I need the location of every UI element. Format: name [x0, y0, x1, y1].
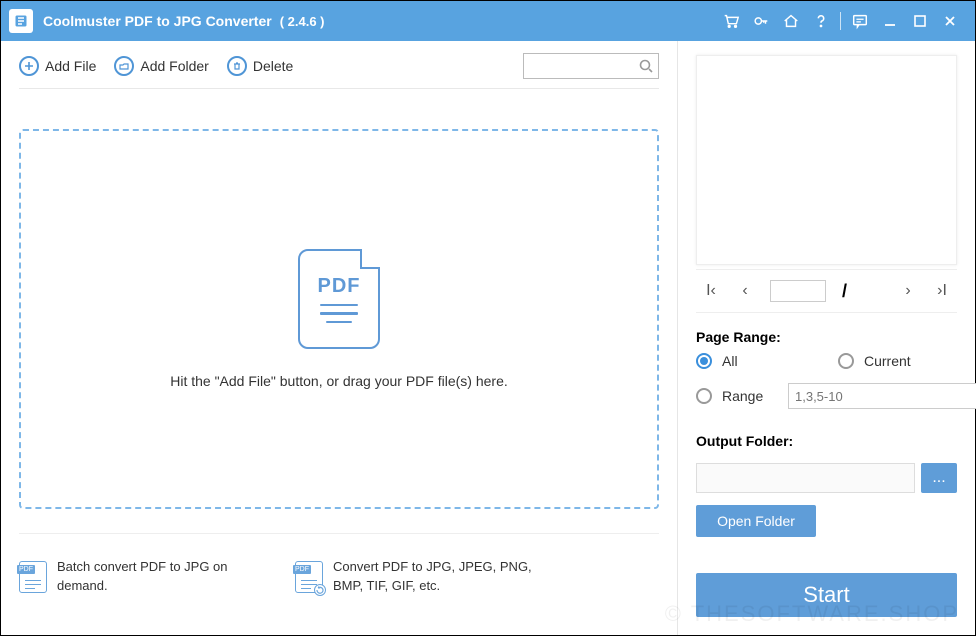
- dropzone[interactable]: PDF Hit the "Add File" button, or drag y…: [19, 129, 659, 509]
- minimize-icon[interactable]: [875, 1, 905, 41]
- pager-last-icon[interactable]: ›I: [933, 282, 951, 300]
- dropzone-hint: Hit the "Add File" button, or drag your …: [170, 373, 508, 389]
- add-file-label: Add File: [45, 58, 96, 74]
- cart-icon[interactable]: [716, 1, 746, 41]
- home-icon[interactable]: [776, 1, 806, 41]
- pager-first-icon[interactable]: I‹: [702, 282, 720, 300]
- info-row: PDF Batch convert PDF to JPG on demand. …: [19, 533, 659, 596]
- delete-label: Delete: [253, 58, 293, 74]
- page-range-label: Page Range:: [696, 329, 957, 345]
- pager: I‹ ‹ / › ›I: [696, 269, 957, 313]
- feedback-icon[interactable]: [845, 1, 875, 41]
- open-folder-button[interactable]: Open Folder: [696, 505, 816, 537]
- range-input[interactable]: [788, 383, 976, 409]
- titlebar-separator: [840, 12, 841, 30]
- add-folder-label: Add Folder: [140, 58, 208, 74]
- pager-page-input[interactable]: [770, 280, 826, 302]
- pdf-convert-icon: PDF: [295, 561, 323, 593]
- browse-button[interactable]: ...: [921, 463, 957, 493]
- radio-all[interactable]: [696, 353, 712, 369]
- output-folder-input[interactable]: [696, 463, 915, 493]
- app-version: ( 2.4.6 ): [280, 14, 325, 29]
- radio-all-label: All: [722, 353, 778, 369]
- radio-range-label: Range: [722, 388, 778, 404]
- key-icon[interactable]: [746, 1, 776, 41]
- info-batch: PDF Batch convert PDF to JPG on demand.: [19, 558, 277, 596]
- pdf-file-icon: PDF: [298, 249, 380, 349]
- preview-area: [696, 55, 957, 265]
- titlebar: Coolmuster PDF to JPG Converter ( 2.4.6 …: [1, 1, 975, 41]
- pager-prev-icon[interactable]: ‹: [736, 282, 754, 300]
- add-file-button[interactable]: Add File: [19, 56, 96, 76]
- app-title: Coolmuster PDF to JPG Converter: [43, 13, 272, 29]
- right-panel: I‹ ‹ / › ›I Page Range: All Current: [677, 41, 975, 635]
- pager-next-icon[interactable]: ›: [899, 282, 917, 300]
- delete-button[interactable]: Delete: [227, 56, 293, 76]
- radio-current-label: Current: [864, 353, 920, 369]
- output-folder-label: Output Folder:: [696, 433, 957, 449]
- pager-separator: /: [842, 281, 847, 302]
- app-window: Coolmuster PDF to JPG Converter ( 2.4.6 …: [0, 0, 976, 636]
- info-batch-text: Batch convert PDF to JPG on demand.: [57, 558, 277, 596]
- add-folder-button[interactable]: Add Folder: [114, 56, 208, 76]
- search-icon: [638, 58, 654, 74]
- delete-icon: [227, 56, 247, 76]
- toolbar: Add File Add Folder Delete: [19, 53, 659, 89]
- radio-range[interactable]: [696, 388, 712, 404]
- search-wrap: [523, 53, 659, 79]
- help-icon[interactable]: [806, 1, 836, 41]
- add-folder-icon: [114, 56, 134, 76]
- close-icon[interactable]: [935, 1, 965, 41]
- pdf-icon-label: PDF: [318, 275, 361, 298]
- app-logo-icon: [9, 9, 33, 33]
- radio-current[interactable]: [838, 353, 854, 369]
- start-button[interactable]: Start: [696, 573, 957, 617]
- add-file-icon: [19, 56, 39, 76]
- left-panel: Add File Add Folder Delete: [1, 41, 677, 635]
- info-formats: PDF Convert PDF to JPG, JPEG, PNG, BMP, …: [295, 558, 553, 596]
- info-formats-text: Convert PDF to JPG, JPEG, PNG, BMP, TIF,…: [333, 558, 553, 596]
- pdf-batch-icon: PDF: [19, 561, 47, 593]
- maximize-icon[interactable]: [905, 1, 935, 41]
